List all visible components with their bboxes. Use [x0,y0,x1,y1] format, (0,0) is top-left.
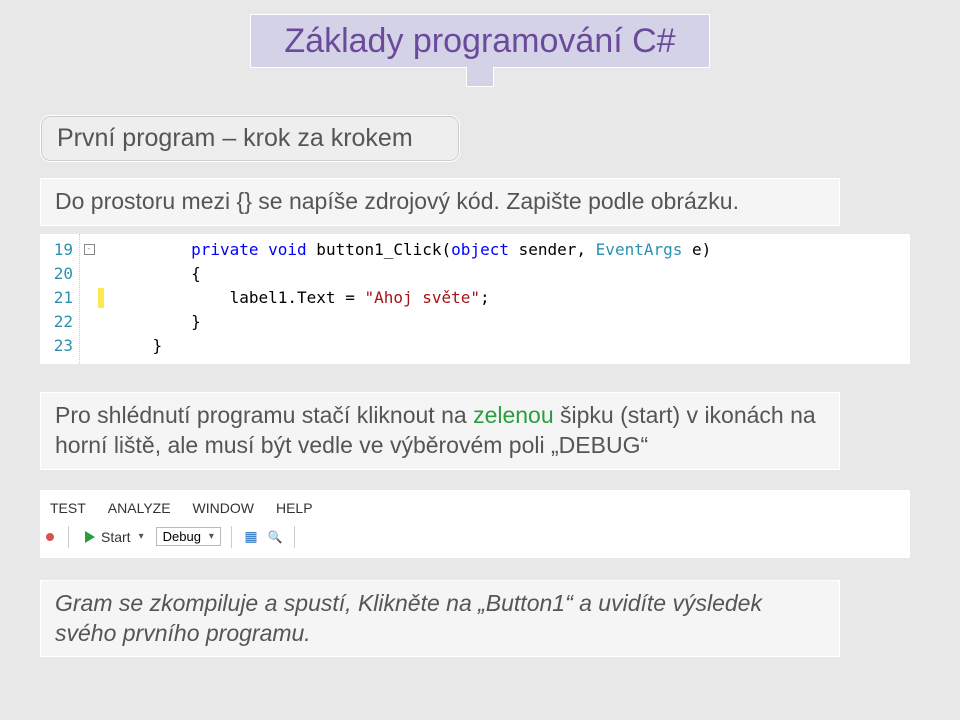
code-area: private void button1_Click(object sender… [106,234,910,364]
config-dropdown[interactable]: Debug ▾ [156,527,221,546]
chevron-down-icon: ▾ [139,531,144,542]
title-stem [466,67,494,87]
instruction-2: Pro shlédnutí programu stačí kliknout na… [40,392,840,470]
fold-column: - [80,234,98,364]
toolbar-snippet: TEST ANALYZE WINDOW HELP Start ▾ Debug ▾ [40,490,910,558]
divider [68,526,69,548]
config-label: Debug [163,529,201,544]
menu-bar: TEST ANALYZE WINDOW HELP [40,490,910,522]
search-icon[interactable] [266,528,284,546]
divider [231,526,232,548]
instruction-3: Gram se zkompiluje a spustí, Klikněte na… [40,580,840,658]
divider [294,526,295,548]
title-box: Základy programování C# [250,14,710,87]
menu-analyze[interactable]: ANALYZE [108,500,171,516]
start-button[interactable]: Start ▾ [79,527,150,547]
subtitle-box: První program – krok za krokem [40,115,460,162]
code-editor: 19 20 21 22 23 - private void button1_Cl… [40,234,910,364]
menu-help[interactable]: HELP [276,500,313,516]
menu-test[interactable]: TEST [50,500,86,516]
fold-minus-icon[interactable]: - [84,244,95,255]
instruction-1: Do prostoru mezi {} se napíše zdrojový k… [40,178,840,226]
play-icon [85,531,95,543]
record-icon[interactable] [46,533,54,541]
chevron-down-icon: ▾ [209,531,214,542]
change-marker [98,288,104,308]
line-gutter: 19 20 21 22 23 [40,234,80,364]
change-marker-column [98,234,106,364]
start-label: Start [101,529,131,545]
subtitle: První program – krok za krokem [57,124,413,152]
page-title: Základy programování C# [284,22,675,61]
tool-row: Start ▾ Debug ▾ [40,522,910,558]
menu-window[interactable]: WINDOW [193,500,254,516]
grid-icon[interactable] [242,528,260,546]
